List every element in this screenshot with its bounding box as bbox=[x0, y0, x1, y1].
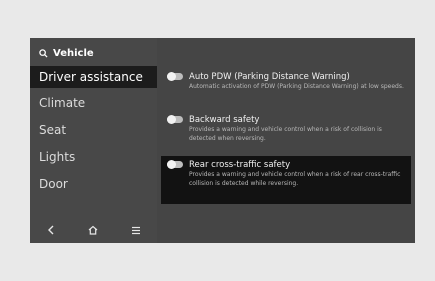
sidebar: Vehicle Driver assistance Climate Seat L… bbox=[30, 38, 157, 243]
vehicle-settings-screen: Vehicle Driver assistance Climate Seat L… bbox=[30, 38, 415, 243]
option-description: Provides a warning and vehicle control w… bbox=[189, 126, 382, 142]
option-title: Rear cross-traffic safety bbox=[189, 160, 291, 170]
search-icon bbox=[39, 48, 48, 58]
home-icon bbox=[89, 225, 98, 235]
sidebar-item-label: Seat bbox=[39, 123, 67, 137]
sidebar-item-label: Door bbox=[39, 177, 68, 191]
option-backward-safety[interactable]: Backward safety Provides a warning and v… bbox=[161, 111, 411, 147]
sidebar-item-seat[interactable]: Seat bbox=[30, 119, 157, 141]
bottom-bar bbox=[30, 217, 157, 243]
sidebar-item-lights[interactable]: Lights bbox=[30, 146, 157, 168]
back-button[interactable] bbox=[41, 220, 61, 240]
back-icon bbox=[48, 225, 54, 235]
sidebar-item-door[interactable]: Door bbox=[30, 173, 157, 195]
sidebar-item-climate[interactable]: Climate bbox=[30, 92, 157, 114]
auto-pdw-toggle[interactable] bbox=[167, 72, 183, 81]
option-title: Auto PDW (Parking Distance Warning) bbox=[189, 72, 350, 82]
settings-content: Auto PDW (Parking Distance Warning) Auto… bbox=[157, 38, 415, 243]
backward-safety-toggle[interactable] bbox=[167, 115, 183, 124]
search-label: Vehicle bbox=[53, 47, 94, 59]
sidebar-item-label: Lights bbox=[39, 150, 76, 164]
sidebar-item-label: Driver assistance bbox=[39, 70, 143, 84]
option-description: Provides a warning and vehicle control w… bbox=[189, 171, 401, 187]
sidebar-item-label: Climate bbox=[39, 96, 86, 110]
rear-cross-traffic-toggle[interactable] bbox=[167, 160, 183, 169]
option-auto-pdw[interactable]: Auto PDW (Parking Distance Warning) Auto… bbox=[161, 68, 411, 96]
sidebar-item-driver-assistance[interactable]: Driver assistance bbox=[30, 66, 157, 88]
home-button[interactable] bbox=[83, 220, 103, 240]
menu-icon bbox=[131, 226, 140, 234]
option-description: Automatic activation of PDW (Parking Dis… bbox=[189, 83, 404, 90]
menu-button[interactable] bbox=[126, 220, 146, 240]
search-button[interactable]: Vehicle bbox=[39, 45, 94, 61]
option-title: Backward safety bbox=[189, 115, 260, 125]
option-rear-cross-traffic-safety[interactable]: Rear cross-traffic safety Provides a war… bbox=[161, 156, 411, 204]
